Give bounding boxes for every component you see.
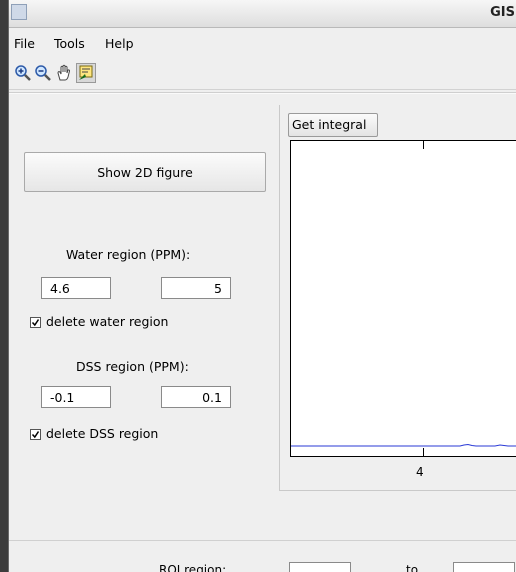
delete-dss-region-checkbox[interactable] [30, 429, 41, 440]
zoom-in-icon[interactable] [13, 63, 33, 83]
menu-file[interactable]: File [14, 36, 35, 51]
delete-dss-region-label: delete DSS region [46, 426, 159, 441]
water-region-from-field[interactable] [41, 277, 111, 299]
data-cursor-icon[interactable] [76, 63, 96, 83]
pan-hand-icon[interactable] [54, 63, 74, 83]
water-region-to-field[interactable] [161, 277, 231, 299]
roi-to-field[interactable] [453, 562, 515, 572]
bottom-divider [9, 540, 516, 541]
dss-region-from-field[interactable] [41, 386, 111, 408]
show-2d-figure-button[interactable]: Show 2D figure [24, 152, 266, 192]
toolbar [9, 59, 516, 90]
delete-water-region-checkbox[interactable] [30, 317, 41, 328]
roi-to-label: to [406, 563, 419, 572]
spectrum-axes[interactable] [290, 140, 516, 457]
dss-region-to-field[interactable] [161, 386, 231, 408]
zoom-out-icon[interactable] [33, 63, 53, 83]
menu-help[interactable]: Help [105, 36, 134, 51]
app-window: GIS File Tools Help Show 2D figure Water… [8, 0, 516, 572]
window-title: GIS [490, 5, 515, 20]
dss-region-label: DSS region (PPM): [76, 359, 189, 374]
delete-water-region-label: delete water region [46, 314, 169, 329]
title-bar: GIS [9, 0, 516, 28]
panel-divider [9, 92, 516, 94]
water-region-label: Water region (PPM): [66, 247, 191, 262]
matlab-app-icon [11, 4, 27, 20]
roi-region-label: ROI region: [159, 563, 227, 572]
roi-from-field[interactable] [289, 562, 351, 572]
menu-tools[interactable]: Tools [54, 36, 85, 51]
x-tick-label: 4 [416, 465, 424, 479]
get-integral-button[interactable]: Get integral [288, 113, 378, 137]
